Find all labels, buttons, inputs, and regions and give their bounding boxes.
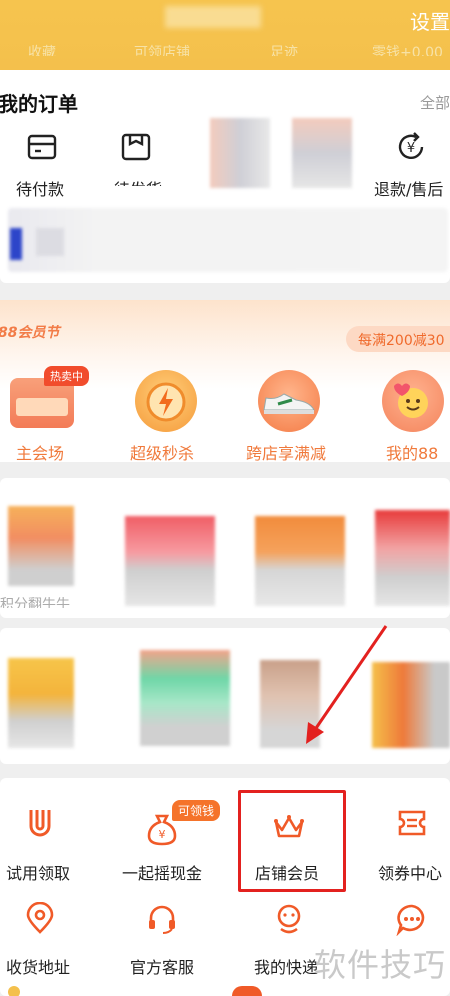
profile-header: 设置 收藏 可领店铺 足迹 零钱+0.00 [0, 0, 450, 70]
settings-button[interactable]: 设置 [410, 6, 450, 35]
earn-badge: 可领钱 [172, 800, 221, 821]
tool-trial-label[interactable]: 试用领取 [6, 860, 70, 884]
promo-my88-label[interactable]: 我的88 [386, 440, 438, 464]
order-pending-payment-label[interactable]: 待付款 [16, 176, 64, 200]
tool-customer-service-label[interactable]: 官方客服 [130, 954, 194, 978]
wallet-icon[interactable] [25, 130, 59, 164]
bottom-nav-badge [232, 986, 262, 996]
location-icon[interactable] [23, 902, 57, 936]
festival-title: 88会员节 [0, 325, 60, 341]
tool-my-courier-label[interactable]: 我的快递 [254, 954, 318, 978]
svg-text:¥: ¥ [159, 828, 166, 841]
coupon-icon[interactable] [395, 806, 429, 840]
username-blurred [165, 6, 261, 28]
promo-main-venue-label[interactable]: 主会场 [16, 440, 64, 464]
sneaker-icon[interactable] [258, 370, 320, 432]
more-icon[interactable] [395, 902, 429, 936]
annotation-highlight-box [238, 790, 346, 892]
discount-banner[interactable]: 每满200减30 [346, 326, 450, 352]
headset-icon[interactable] [145, 902, 179, 936]
member-festival-card: 88会员节 每满200减30 热卖中 主会场 超级秒杀 跨店享满减 我的88 [0, 300, 450, 464]
bottom-nav-dot [8, 986, 20, 996]
smile-heart-icon[interactable] [382, 370, 444, 432]
order-to-ship-label[interactable]: 待发货 [114, 176, 164, 186]
tool-shake-cash-label[interactable]: 一起摇现金 [122, 860, 202, 884]
watermark: 软件技巧 [313, 946, 446, 984]
svg-text:¥: ¥ [407, 141, 415, 156]
order-refund-label[interactable]: 退款/售后 [374, 176, 443, 200]
orders-card: 我的订单 全部 待付款 待发货 ¥ 退款/售后 [0, 70, 450, 283]
stat-footprint[interactable]: 足迹 [270, 42, 298, 56]
tool-coupon-center-label[interactable]: 领券中心 [378, 860, 442, 884]
stat-favorites[interactable]: 收藏 [28, 42, 56, 56]
refund-icon[interactable]: ¥ [394, 130, 428, 164]
orders-title: 我的订单 [0, 92, 78, 116]
stat-shops[interactable]: 可领店铺 [134, 42, 190, 56]
recommend-card-1: 积分翻牛牛 [0, 478, 450, 618]
trial-u-icon[interactable] [23, 806, 57, 840]
orders-all-link[interactable]: 全部 [420, 92, 450, 113]
promo-flash-sale-label[interactable]: 超级秒杀 [130, 440, 194, 464]
hot-badge: 热卖中 [44, 366, 89, 386]
box-icon[interactable] [119, 130, 153, 164]
courier-icon[interactable] [272, 902, 306, 936]
annotation-arrow [306, 625, 388, 744]
stat-balance[interactable]: 零钱+0.00 [372, 42, 443, 56]
tool-address-label[interactable]: 收货地址 [6, 954, 70, 978]
lightning-clock-icon[interactable] [135, 370, 197, 432]
product-fragment-text: 积分翻牛牛 [0, 597, 70, 608]
promo-cross-store-label[interactable]: 跨店享满减 [246, 440, 326, 464]
